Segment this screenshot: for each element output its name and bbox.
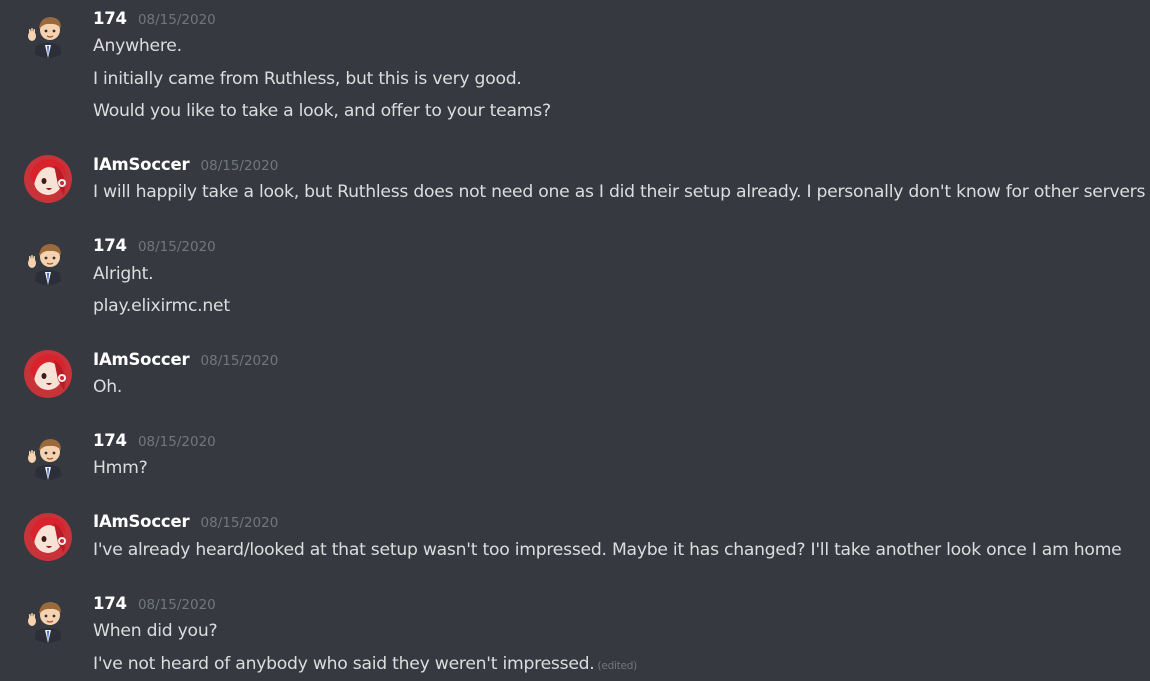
timestamp: 08/15/2020 (137, 239, 216, 255)
red-hair-anime-avatar-icon[interactable] (24, 350, 72, 398)
message-header: 174 08/15/2020 (93, 9, 216, 28)
message-text: Would you like to take a look, and offer… (93, 101, 551, 121)
message-text: I've already heard/looked at that setup … (93, 540, 1122, 560)
message-header: IAmSoccer 08/15/2020 (93, 512, 278, 531)
username[interactable]: 174 (93, 431, 127, 450)
username[interactable]: IAmSoccer (93, 155, 190, 174)
edited-label: (edited) (597, 660, 638, 672)
timestamp: 08/15/2020 (200, 158, 279, 174)
message-header: 174 08/15/2020 (93, 236, 216, 255)
message-text-content: I've not heard of anybody who said they … (93, 654, 595, 674)
username[interactable]: IAmSoccer (93, 350, 190, 369)
message-text: Alright. (93, 264, 154, 284)
message-header: IAmSoccer 08/15/2020 (93, 350, 278, 369)
boy-waving-avatar-icon[interactable] (24, 10, 72, 58)
username[interactable]: IAmSoccer (93, 512, 190, 531)
username[interactable]: 174 (93, 594, 127, 613)
message-text: Oh. (93, 377, 123, 397)
boy-waving-avatar-icon[interactable] (24, 237, 72, 285)
timestamp: 08/15/2020 (200, 515, 279, 531)
timestamp: 08/15/2020 (137, 597, 216, 613)
message-text: I've not heard of anybody who said they … (93, 654, 637, 674)
red-hair-anime-avatar-icon[interactable] (24, 513, 72, 561)
username[interactable]: 174 (93, 9, 127, 28)
username[interactable]: 174 (93, 236, 127, 255)
timestamp: 08/15/2020 (200, 353, 279, 369)
message-header: 174 08/15/2020 (93, 594, 216, 613)
message-text: play.elixirmc.net (93, 296, 230, 316)
message-header: 174 08/15/2020 (93, 431, 216, 450)
boy-waving-avatar-icon[interactable] (24, 595, 72, 643)
message-header: IAmSoccer 08/15/2020 (93, 155, 278, 174)
message-text: Hmm? (93, 458, 148, 478)
message-text: I initially came from Ruthless, but this… (93, 69, 522, 89)
message-text: Anywhere. (93, 36, 182, 56)
red-hair-anime-avatar-icon[interactable] (24, 155, 72, 203)
message-text: I will happily take a look, but Ruthless… (93, 182, 1146, 202)
timestamp: 08/15/2020 (137, 12, 216, 28)
chat-message-list[interactable]: 174 08/15/2020 Anywhere. I initially cam… (0, 0, 1150, 681)
message-text: When did you? (93, 621, 218, 641)
boy-waving-avatar-icon[interactable] (24, 432, 72, 480)
timestamp: 08/15/2020 (137, 434, 216, 450)
